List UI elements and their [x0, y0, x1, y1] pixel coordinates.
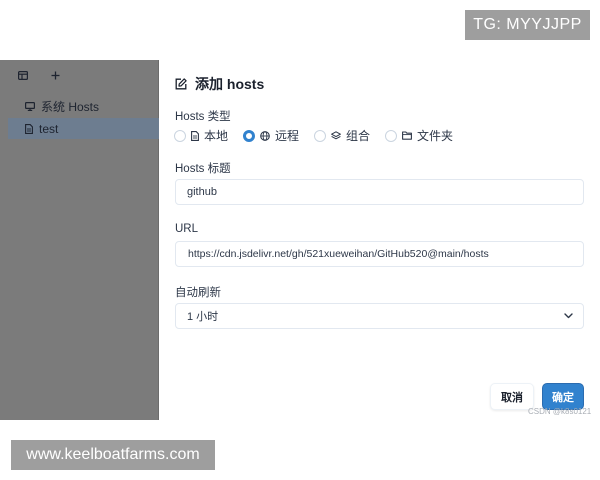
add-hosts-dialog: 添加 hosts Hosts 类型 本地 远程 组合 文件夹 Hosts 标题 … — [160, 60, 600, 420]
site-watermark-badge: www.keelboatfarms.com — [11, 440, 215, 470]
monitor-icon — [25, 102, 35, 111]
csdn-watermark: CSDN @k8s0121 — [528, 407, 592, 416]
sidebar-toggle-icon — [18, 70, 28, 80]
auto-refresh-label: 自动刷新 — [175, 287, 221, 299]
radio-label: 组合 — [346, 129, 371, 143]
hosts-type-label: Hosts 类型 — [175, 111, 231, 123]
radio-button[interactable] — [174, 129, 186, 142]
url-label: URL — [175, 223, 199, 235]
dialog-header: 添加 hosts — [175, 74, 264, 94]
document-icon — [25, 123, 33, 134]
radio-option-folder[interactable]: 文件夹 — [385, 127, 453, 144]
radio-option-group[interactable]: 组合 — [314, 127, 370, 144]
radio-button[interactable] — [314, 129, 327, 142]
globe-icon — [260, 130, 270, 141]
radio-button[interactable] — [385, 129, 398, 142]
hosts-type-radio-group: 本地 远程 组合 文件夹 — [174, 127, 468, 144]
tg-watermark-badge: TG: MYYJJPP — [465, 10, 590, 40]
confirm-button[interactable]: 确定 — [542, 383, 584, 410]
input-value: https://cdn.jsdelivr.net/gh/521xueweihan… — [188, 248, 489, 260]
url-input[interactable]: https://cdn.jsdelivr.net/gh/521xueweihan… — [175, 241, 584, 267]
sidebar-item-system-hosts[interactable]: 系统 Hosts — [8, 96, 159, 117]
select-value: 1 小时 — [187, 311, 219, 323]
radio-button[interactable] — [243, 129, 256, 142]
radio-option-local[interactable]: 本地 — [174, 127, 228, 144]
sidebar-toggle-button[interactable] — [16, 68, 30, 82]
app-window: 系统 Hosts test 添加 hosts Hosts 类型 本地 远程 组合… — [0, 60, 600, 420]
radio-label: 远程 — [275, 129, 300, 143]
radio-label: 文件夹 — [417, 129, 454, 143]
dialog-title: 添加 hosts — [195, 76, 265, 92]
hosts-title-input[interactable]: github — [175, 179, 584, 205]
radio-label: 本地 — [204, 129, 229, 143]
sidebar-item-label: test — [39, 121, 59, 136]
sidebar-item-label: 系统 Hosts — [41, 100, 100, 114]
input-value: github — [187, 186, 217, 198]
auto-refresh-select[interactable]: 1 小时 — [175, 303, 584, 329]
document-icon — [191, 130, 199, 141]
chevron-down-icon — [564, 313, 573, 319]
sidebar-item-test[interactable]: test — [8, 118, 159, 139]
folder-icon — [402, 131, 412, 140]
cancel-button[interactable]: 取消 — [490, 383, 534, 410]
add-hosts-button[interactable] — [48, 68, 62, 82]
plus-icon — [51, 71, 59, 79]
sidebar-toolbar — [0, 60, 158, 90]
sidebar: 系统 Hosts test — [0, 60, 159, 420]
edit-icon — [175, 78, 187, 90]
layers-icon — [331, 130, 341, 139]
hosts-title-label: Hosts 标题 — [175, 163, 231, 175]
radio-option-remote[interactable]: 远程 — [243, 127, 299, 144]
